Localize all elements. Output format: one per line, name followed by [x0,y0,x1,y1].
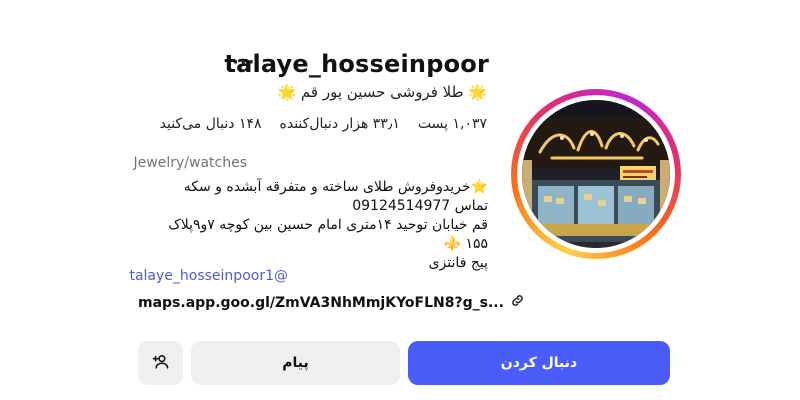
avatar-photo [522,100,670,248]
bio-line: تماس 09124514977 [352,198,488,214]
profile-stats: ۱,۰۳۷ پست ۳۳٫۱ هزار دنبال‌کننده ۱۴۸ دنبا… [160,116,487,132]
profile-username: talaye_hosseinpoor [224,50,489,78]
posts-count[interactable]: ۱,۰۳۷ پست [418,116,487,132]
avatar[interactable] [522,100,670,248]
message-button[interactable]: پیام [191,341,400,385]
following-count[interactable]: ۱۴۸ دنبال می‌کنید [160,116,262,132]
bio-line: قم خیابان توحید ۱۴متری امام حسین بین کوچ… [168,217,488,233]
more-horizontal-icon[interactable]: ··· [232,52,256,73]
external-link[interactable]: maps.app.goo.gl/ZmVA3NhMmjKYoFLN8?g_s... [138,293,525,312]
add-person-icon [152,353,169,374]
follow-button[interactable]: دنبال کردن [408,341,670,385]
followers-count[interactable]: ۳۳٫۱ هزار دنبال‌کننده [280,116,400,132]
profile-bio: ⭐خریدوفروش طلای ساخته و متفرقه آبشده و س… [168,178,488,273]
bio-line: ⭐خریدوفروش طلای ساخته و متفرقه آبشده و س… [183,179,488,195]
link-icon [510,293,525,312]
profile-full-name: 🌟 طلا فروشی حسین پور قم 🌟 [277,83,487,101]
bio-line: ۱۵۵ ⚜️ [443,236,488,252]
suggest-accounts-button[interactable] [138,341,183,385]
profile-category: Jewelry/watches [133,155,247,171]
external-link-text[interactable]: maps.app.goo.gl/ZmVA3NhMmjKYoFLN8?g_s... [138,295,504,311]
bio-handle-link[interactable]: talaye_hosseinpoor1@ [129,268,288,284]
